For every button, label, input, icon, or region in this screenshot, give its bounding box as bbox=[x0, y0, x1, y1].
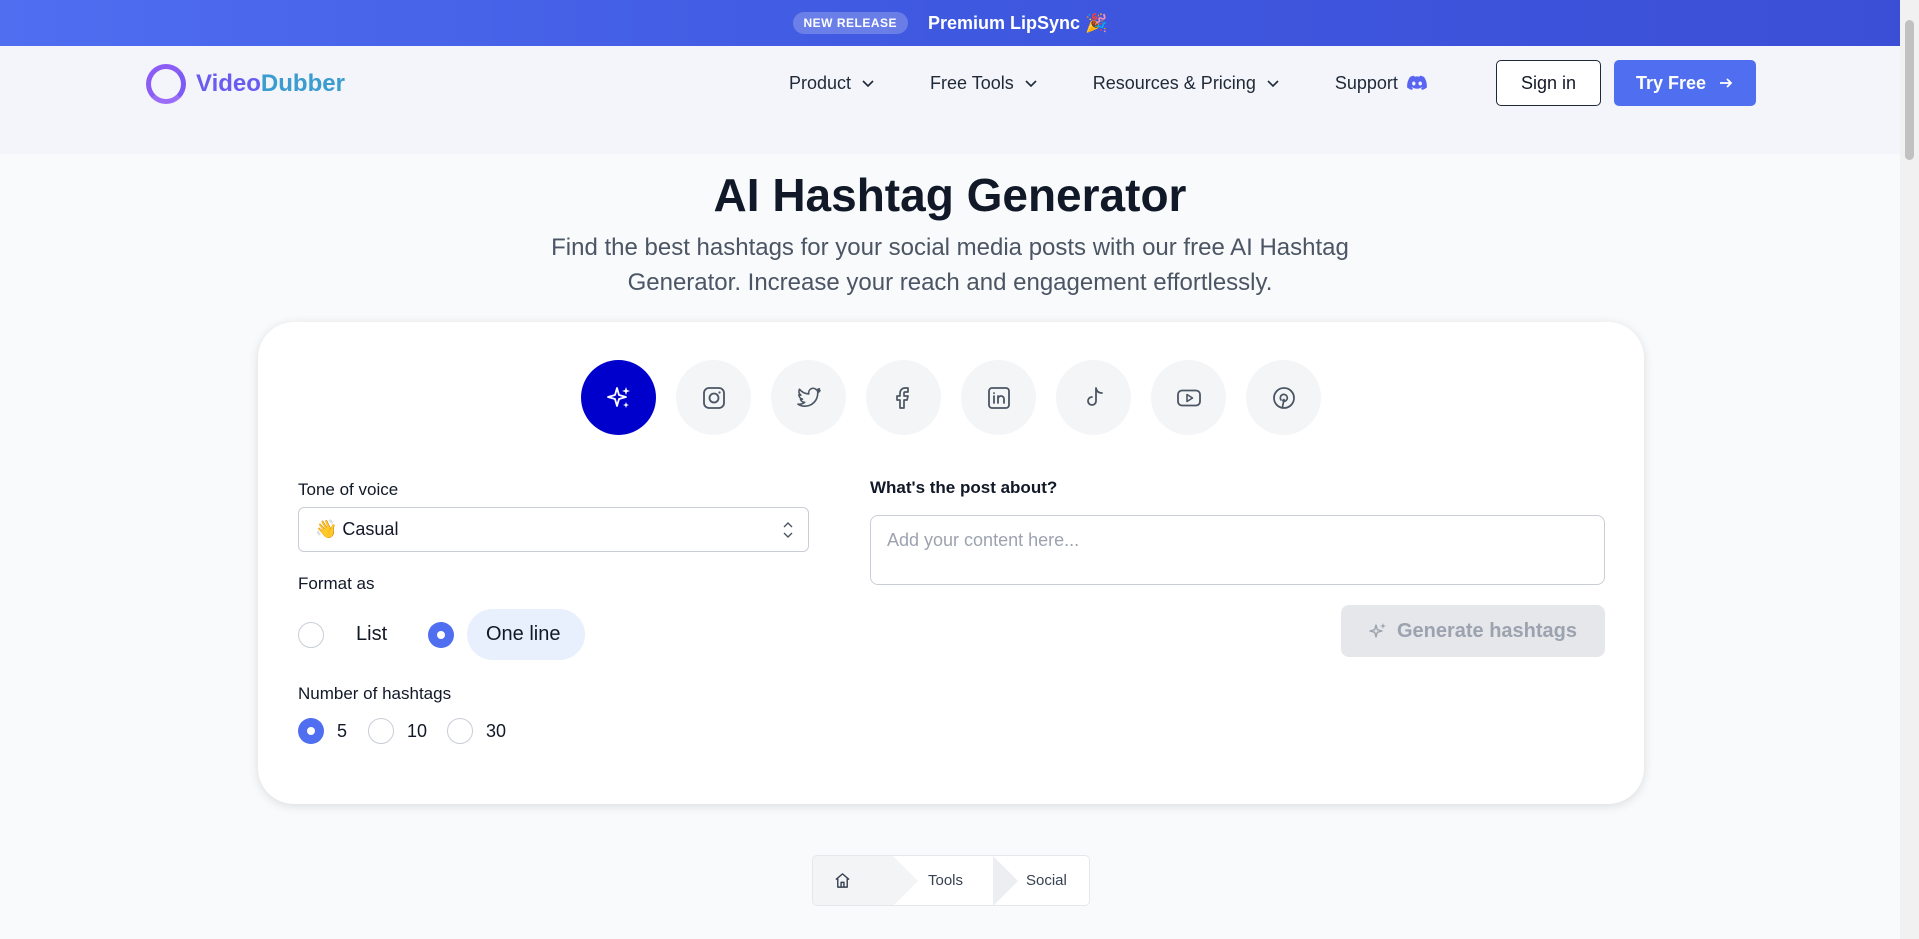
platform-youtube[interactable] bbox=[1151, 360, 1226, 435]
logo-text-video: Video bbox=[196, 70, 261, 97]
nav-support-label: Support bbox=[1334, 72, 1398, 93]
breadcrumb: Tools Social bbox=[812, 855, 1090, 906]
linkedin-icon bbox=[987, 386, 1010, 409]
new-release-badge: NEW RELEASE bbox=[792, 12, 909, 34]
instagram-icon bbox=[702, 386, 725, 409]
platform-facebook[interactable] bbox=[866, 360, 941, 435]
logo[interactable]: VideoDubber bbox=[146, 64, 345, 104]
count-30-label[interactable]: 30 bbox=[486, 721, 506, 742]
post-label: What's the post about? bbox=[870, 478, 1058, 497]
breadcrumb-social[interactable]: Social bbox=[1026, 872, 1067, 889]
platform-pinterest[interactable] bbox=[1246, 360, 1321, 435]
banner-text[interactable]: Premium LipSync 🎉 bbox=[928, 13, 1107, 34]
main-nav: Product Free Tools Resources & Pricing S… bbox=[789, 60, 1428, 106]
count-30-radio[interactable] bbox=[447, 718, 473, 744]
platform-linkedin[interactable] bbox=[961, 360, 1036, 435]
generate-hashtags-label: Generate hashtags bbox=[1396, 619, 1578, 642]
home-icon bbox=[835, 873, 850, 888]
generate-hashtags-button[interactable]: Generate hashtags bbox=[1341, 605, 1605, 657]
count-label: Number of hashtags bbox=[298, 684, 452, 703]
format-list-radio[interactable] bbox=[298, 622, 324, 648]
hashtag-generator-card: Tone of voice 👋 Casual Format as List On… bbox=[258, 322, 1644, 804]
tiktok-icon bbox=[1086, 386, 1103, 406]
platform-twitter[interactable] bbox=[771, 360, 846, 435]
nav-free-tools[interactable]: Free Tools bbox=[930, 73, 1038, 94]
sparkles-icon bbox=[1369, 623, 1386, 638]
platform-instagram[interactable] bbox=[676, 360, 751, 435]
try-free-label: Try Free bbox=[1635, 72, 1707, 93]
pinterest-icon bbox=[1272, 386, 1295, 409]
nav-product-label: Product bbox=[789, 72, 852, 93]
sparkles-icon bbox=[606, 386, 630, 408]
arrow-right-icon bbox=[1720, 78, 1733, 88]
scrollbar-thumb[interactable] bbox=[1905, 20, 1914, 160]
nav-resources-pricing[interactable]: Resources & Pricing bbox=[1093, 73, 1280, 94]
logo-text: VideoDubber bbox=[196, 70, 345, 98]
tone-value: 👋 Casual bbox=[315, 519, 399, 539]
format-one-line-label[interactable]: One line bbox=[486, 623, 561, 646]
twitter-icon bbox=[796, 387, 821, 407]
site-header: VideoDubber Product Free Tools Resources… bbox=[0, 46, 1900, 154]
select-arrows-icon bbox=[783, 522, 793, 538]
count-10-radio[interactable] bbox=[368, 718, 394, 744]
page-scrollbar[interactable] bbox=[1900, 0, 1919, 939]
tone-label: Tone of voice bbox=[298, 480, 399, 499]
chevron-down-icon bbox=[1025, 80, 1037, 88]
logo-text-dubber: Dubber bbox=[260, 70, 345, 97]
facebook-icon bbox=[895, 386, 909, 409]
format-one-line-radio[interactable] bbox=[428, 622, 454, 648]
breadcrumb-tools[interactable]: Tools bbox=[928, 872, 963, 889]
nav-resources-label: Resources & Pricing bbox=[1092, 72, 1256, 93]
release-banner[interactable]: NEW RELEASE Premium LipSync 🎉 bbox=[0, 0, 1900, 46]
sign-in-button[interactable]: Sign in bbox=[1496, 60, 1601, 106]
count-10-label[interactable]: 10 bbox=[407, 721, 427, 742]
logo-ring-icon bbox=[146, 64, 186, 104]
tone-select[interactable]: 👋 Casual bbox=[298, 507, 809, 552]
platform-ai[interactable] bbox=[581, 360, 656, 435]
format-label: Format as bbox=[298, 574, 375, 593]
nav-product[interactable]: Product bbox=[789, 73, 875, 94]
try-free-button[interactable]: Try Free bbox=[1614, 60, 1756, 106]
platform-tiktok[interactable] bbox=[1056, 360, 1131, 435]
breadcrumb-separator bbox=[993, 856, 1018, 905]
count-5-radio[interactable] bbox=[298, 718, 324, 744]
discord-icon bbox=[1407, 75, 1427, 90]
chevron-down-icon bbox=[862, 80, 874, 88]
count-5-label[interactable]: 5 bbox=[337, 721, 347, 742]
nav-free-tools-label: Free Tools bbox=[930, 72, 1014, 93]
chevron-down-icon bbox=[1267, 80, 1279, 88]
nav-support[interactable]: Support bbox=[1335, 72, 1428, 94]
platform-selector bbox=[581, 360, 1321, 435]
youtube-icon bbox=[1176, 389, 1201, 406]
format-list-label[interactable]: List bbox=[356, 623, 387, 646]
breadcrumb-home[interactable] bbox=[813, 856, 918, 905]
page-subtitle: Find the best hashtags for your social m… bbox=[551, 234, 1349, 296]
post-content-input[interactable] bbox=[870, 515, 1605, 585]
page-title: AI Hashtag Generator bbox=[713, 169, 1187, 221]
